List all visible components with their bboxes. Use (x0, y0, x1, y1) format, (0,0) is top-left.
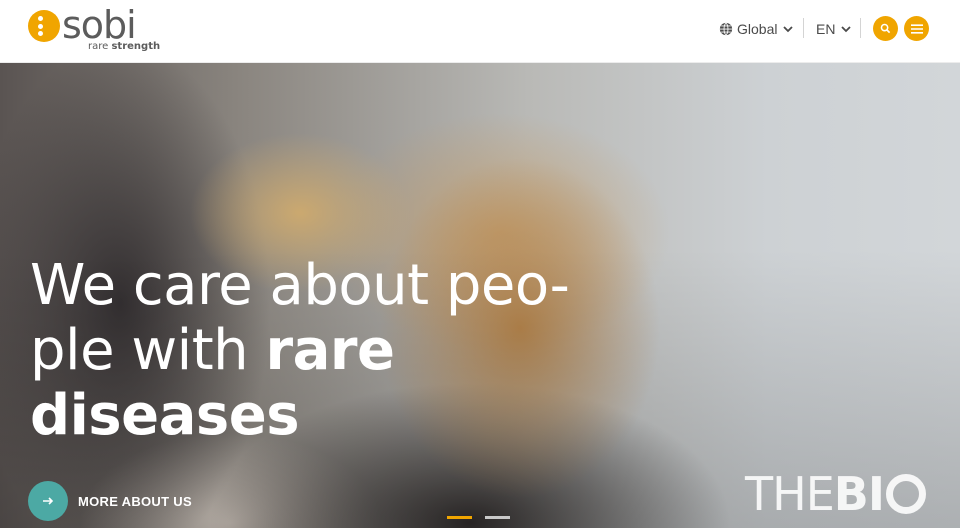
more-about-us-label: MORE ABOUT US (78, 493, 192, 509)
language-label: EN (816, 21, 836, 37)
language-selector[interactable]: EN (816, 18, 852, 40)
logo-tagline: rare strength (88, 41, 161, 52)
globe-icon (719, 22, 733, 36)
thebio-watermark: THE BI (745, 471, 926, 517)
search-button[interactable] (873, 16, 898, 41)
logo-mark-icon (28, 10, 60, 42)
arrow-right-icon (28, 481, 68, 521)
watermark-o-ring (885, 474, 926, 514)
more-about-us-button[interactable]: MORE ABOUT US (28, 481, 192, 521)
header-divider (803, 18, 804, 38)
region-label: Global (737, 21, 778, 37)
chevron-down-icon (783, 26, 794, 33)
region-selector[interactable]: Global (719, 18, 794, 40)
hamburger-menu-icon (910, 23, 923, 34)
header-divider (860, 18, 861, 38)
slide-indicator-1[interactable] (447, 516, 472, 519)
sobi-logo[interactable]: sobi rare strength (28, 3, 161, 54)
slide-indicator-2[interactable] (485, 516, 510, 519)
hero-banner: We care about peo-ple with rare diseases… (0, 63, 960, 528)
site-header: sobi rare strength Global EN (0, 0, 960, 63)
menu-button[interactable] (904, 16, 929, 41)
chevron-down-icon (841, 26, 852, 33)
search-icon (880, 23, 891, 34)
slide-indicators (447, 516, 510, 519)
hero-title: We care about peo-ple with rare diseases (30, 253, 570, 448)
